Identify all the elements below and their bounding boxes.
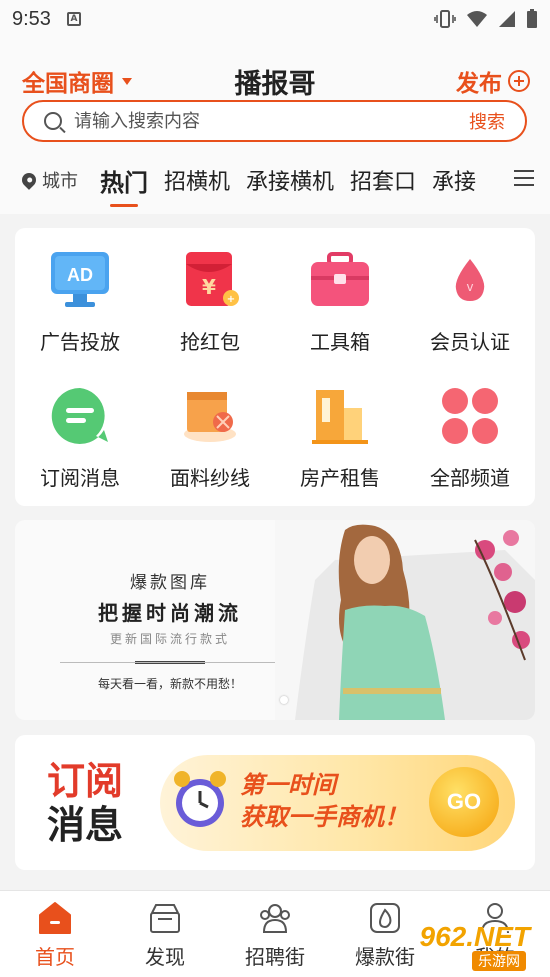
search-bar: 搜索 [22, 100, 527, 142]
nav-label: 招聘街 [245, 945, 305, 969]
fashion-banner[interactable]: 爆款图库 把握时尚潮流 更新国际流行款式 每天看一看，新款不用愁！ [15, 520, 535, 720]
location-pin-icon [19, 170, 39, 190]
grid-item-advertising[interactable]: AD 广告投放 [15, 234, 145, 370]
grid-item-red-envelope[interactable]: ¥ + 抢红包 [145, 234, 275, 370]
banner-desc: 更新国际流行款式 [109, 632, 230, 646]
search-icon [44, 112, 62, 130]
discover-icon [148, 901, 182, 935]
publish-label: 发布 [456, 71, 502, 97]
grid-label: 广告投放 [40, 330, 120, 354]
red-envelope-icon: ¥ + [178, 248, 242, 312]
banner-subtitle: 爆款图库 [130, 573, 210, 593]
nav-discover[interactable]: 发现 [110, 891, 220, 977]
grid-label: 会员认证 [430, 330, 510, 354]
caret-down-icon [122, 77, 132, 85]
grid-label: 房产租售 [300, 466, 380, 490]
home-icon [38, 901, 72, 935]
signal-icon [499, 11, 515, 27]
site-watermark: 962.NET 乐游网 [414, 921, 544, 973]
subscribe-line1: 订阅 [47, 759, 124, 803]
ad-line2: 获取一手商机！ [240, 803, 408, 831]
banner-note: 每天看一看，新款不用愁！ [97, 677, 242, 691]
nav-label: 发现 [145, 945, 185, 969]
search-button[interactable]: 搜索 [469, 108, 505, 134]
ad-line1: 第一时间 [240, 771, 336, 799]
grid-item-fabric[interactable]: 面料纱线 [145, 370, 275, 506]
battery-icon [527, 9, 537, 28]
carousel-indicator[interactable] [280, 696, 288, 704]
chat-bubble-icon [48, 384, 112, 448]
grid-label: 工具箱 [310, 330, 370, 354]
subscribe-line2: 消息 [47, 803, 124, 847]
region-label: 全国商圈 [22, 71, 114, 97]
ad-monitor-icon: AD [48, 248, 112, 312]
wifi-icon [467, 11, 487, 27]
plus-circle-icon [508, 70, 530, 92]
notification-a-icon: A [66, 12, 81, 26]
tab-recruit-linking[interactable]: 招套口 [350, 164, 416, 196]
region-selector[interactable]: 全国商圈 [22, 64, 132, 98]
alarm-clock-icon [174, 771, 226, 827]
app-header: 全国商圈 播报哥 发布 搜索 [0, 38, 550, 146]
vip-drop-icon: v [438, 248, 502, 312]
tab-contract-knitting[interactable]: 承接横机 [246, 164, 334, 196]
svg-text:AD: AD [67, 265, 93, 285]
publish-button[interactable]: 发布 [456, 64, 530, 98]
city-label: 城市 [42, 171, 78, 192]
banner-text: 爆款图库 把握时尚潮流 更新国际流行款式 每天看一看，新款不用愁！ [55, 542, 285, 692]
tab-contract[interactable]: 承接 [432, 164, 476, 196]
function-grid: AD 广告投放 ¥ + 抢红包 工具箱 v 会员认证 订阅消息 面料纱线 房产租… [15, 228, 535, 506]
vibrate-icon [434, 10, 456, 28]
nav-label: 爆款街 [355, 945, 415, 969]
subscribe-ad-text: 第一时间 获取一手商机！ [240, 769, 408, 833]
svg-text:v: v [467, 279, 474, 294]
status-bar: 9:53 A [0, 0, 550, 38]
banner-title: 把握时尚潮流 [98, 601, 242, 625]
grid-item-real-estate[interactable]: 房产租售 [275, 370, 405, 506]
grid-item-subscribe[interactable]: 订阅消息 [15, 370, 145, 506]
fabric-roll-icon [178, 384, 242, 448]
grid-item-membership[interactable]: v 会员认证 [405, 234, 535, 370]
subscribe-title: 订阅 消息 [47, 759, 137, 847]
banner-divider-track [60, 662, 280, 663]
four-petal-icon [438, 384, 502, 448]
nav-home[interactable]: 首页 [0, 891, 110, 977]
status-icons [434, 9, 538, 29]
hot-icon [368, 901, 402, 935]
grid-label: 面料纱线 [170, 466, 250, 490]
grid-label: 抢红包 [180, 330, 240, 354]
grid-label: 全部频道 [430, 466, 510, 490]
building-icon [308, 384, 372, 448]
grid-item-all-channels[interactable]: 全部频道 [405, 370, 535, 506]
watermark-sub: 乐游网 [472, 951, 526, 971]
tab-recruit-knitting[interactable]: 招横机 [164, 164, 230, 196]
menu-icon[interactable] [514, 170, 534, 188]
recruit-icon [258, 901, 292, 935]
grid-label: 订阅消息 [40, 466, 120, 490]
grid-item-toolbox[interactable]: 工具箱 [275, 234, 405, 370]
go-button[interactable]: GO [429, 767, 499, 837]
tab-hot[interactable]: 热门 [100, 163, 148, 207]
category-bar: 城市 热门 招横机 承接横机 招套口 承接 [0, 146, 550, 214]
subscribe-card[interactable]: 订阅 消息 第一时间 获取一手商机！ GO [15, 735, 535, 870]
subscribe-ad: 第一时间 获取一手商机！ GO [160, 755, 515, 851]
toolbox-icon [308, 248, 372, 312]
city-selector[interactable]: 城市 [19, 167, 78, 193]
watermark-text: 962.NET [419, 921, 531, 952]
svg-text:¥: ¥ [202, 275, 216, 299]
fashion-model-image [275, 520, 535, 720]
nav-label: 首页 [35, 945, 75, 969]
svg-text:+: + [227, 294, 235, 305]
search-input[interactable] [74, 110, 469, 132]
nav-recruit[interactable]: 招聘街 [220, 891, 330, 977]
status-time: 9:53 [12, 7, 51, 30]
